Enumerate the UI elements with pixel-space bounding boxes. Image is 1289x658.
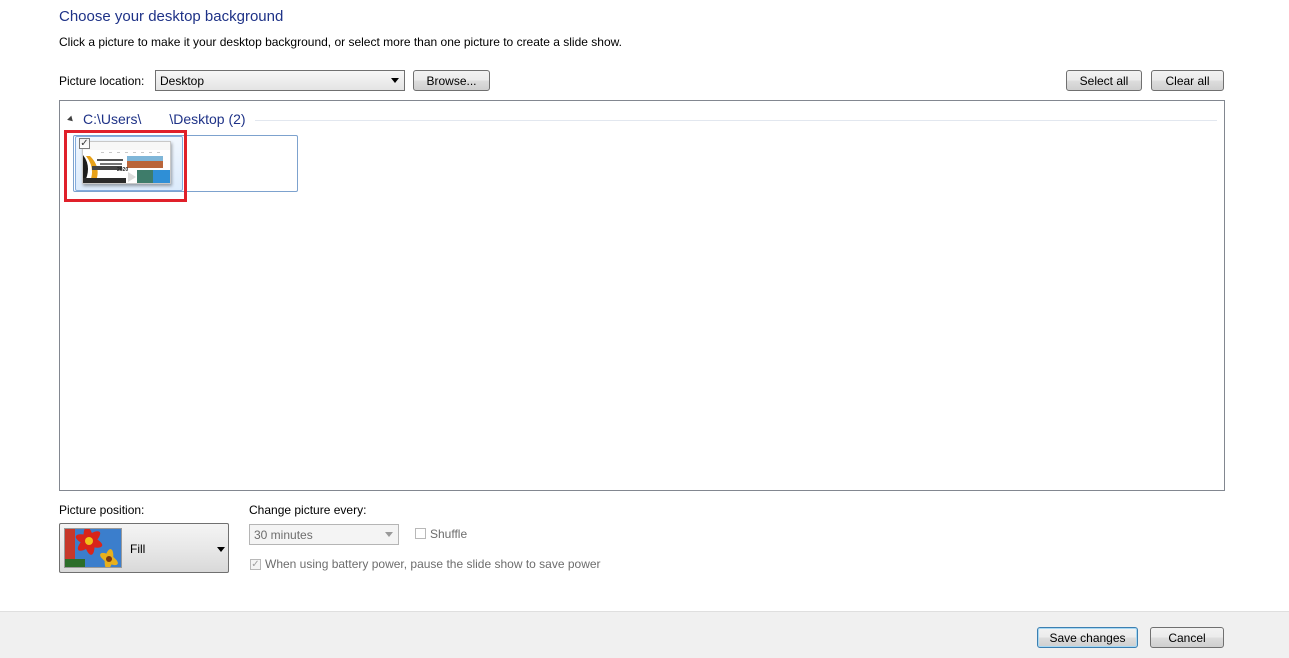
browse-button[interactable]: Browse... [413,70,490,91]
collapse-triangle-icon[interactable] [67,115,75,123]
selection-highlight [64,130,187,202]
select-all-button[interactable]: Select all [1066,70,1142,91]
clear-all-button[interactable]: Clear all [1151,70,1224,91]
change-picture-label: Change picture every: [249,503,367,517]
cancel-button[interactable]: Cancel [1150,627,1224,648]
picture-position-value: Fill [130,542,146,556]
page-title: Choose your desktop background [59,8,284,25]
group-divider [255,120,1217,121]
page-subtitle: Click a picture to make it your desktop … [59,35,622,49]
group-header[interactable]: C:\Users\ \Desktop (2) [67,111,246,127]
interval-dropdown[interactable]: 30 minutes [249,524,399,545]
picture-location-label: Picture location: [59,74,145,88]
battery-label: When using battery power, pause the slid… [265,557,601,571]
position-preview-image [64,528,122,568]
save-changes-button[interactable]: Save changes [1037,627,1138,648]
picture-position-dropdown[interactable]: Fill [59,523,229,573]
interval-value: 30 minutes [254,527,313,542]
group-path-prefix: C:\Users\ [83,111,142,127]
picture-list[interactable]: C:\Users\ \Desktop (2) 2020 ✓ [59,100,1225,491]
shuffle-checkbox[interactable] [415,528,426,539]
chevron-down-icon [217,547,225,552]
picture-position-label: Picture position: [59,503,145,517]
picture-location-value: Desktop [160,73,205,88]
picture-location-dropdown[interactable]: Desktop [155,70,405,91]
battery-checkbox[interactable]: ✓ [250,559,261,570]
chevron-down-icon [385,532,393,537]
group-path-suffix: \Desktop (2) [169,111,246,127]
chevron-down-icon [391,78,399,83]
shuffle-label: Shuffle [430,527,468,541]
